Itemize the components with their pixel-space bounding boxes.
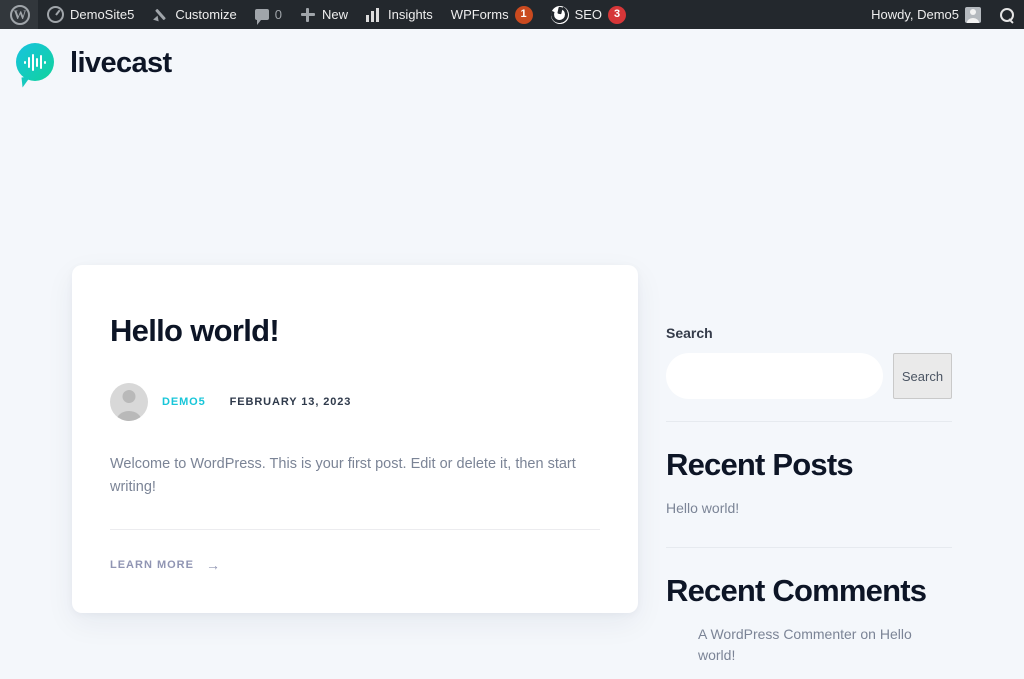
recent-comments-list: A WordPress Commenter on Hello world! — [666, 624, 952, 666]
gauge-icon — [47, 6, 64, 23]
seo-badge: 3 — [608, 5, 627, 24]
admin-bar-wpforms[interactable]: WPForms 1 — [442, 0, 542, 29]
site-name-label: DemoSite5 — [70, 7, 135, 22]
wpforms-label: WPForms — [450, 7, 509, 22]
admin-bar-site-name[interactable]: DemoSite5 — [38, 0, 143, 29]
widget-recent-comments: Recent Comments A WordPress Commenter on… — [666, 573, 952, 679]
wpforms-badge: 1 — [514, 5, 533, 24]
admin-bar-left-group: DemoSite5 Customize 0 New Insights WPFor… — [0, 0, 635, 29]
post-meta: DEMO5 FEBRUARY 13, 2023 — [110, 382, 600, 421]
admin-bar-search[interactable] — [990, 0, 1024, 29]
widget-search: Search Search — [666, 325, 952, 422]
comment-bubble-icon — [254, 9, 269, 25]
avatar — [965, 6, 981, 23]
recent-posts-list: Hello world! — [666, 498, 952, 519]
wp-logo-menu[interactable] — [0, 0, 38, 29]
seo-label: SEO — [574, 7, 603, 22]
comment-author: A WordPress Commenter — [698, 626, 857, 643]
page-layout: Hello world! DEMO5 FEBRUARY 13, 2023 Wel… — [0, 97, 1024, 679]
admin-bar-comments[interactable]: 0 — [246, 0, 291, 29]
search-submit-button[interactable]: Search — [893, 353, 952, 399]
search-input[interactable] — [666, 353, 883, 399]
widget-recent-posts: Recent Posts Hello world! — [666, 447, 952, 549]
admin-bar-new-content[interactable]: New — [291, 0, 357, 29]
customize-label: Customize — [175, 7, 237, 22]
search-widget-title: Search — [666, 325, 713, 341]
main-content: Hello world! DEMO5 FEBRUARY 13, 2023 Wel… — [72, 97, 638, 614]
site-title: livecast — [70, 46, 172, 79]
search-form: Search — [666, 353, 952, 399]
list-item: Hello world! — [666, 498, 952, 519]
pencil-icon — [152, 6, 169, 23]
learn-more-link[interactable]: LEARN MORE → — [110, 558, 221, 572]
admin-bar-insights[interactable]: Insights — [357, 0, 442, 29]
post-title[interactable]: Hello world! — [110, 313, 600, 349]
post-card: Hello world! DEMO5 FEBRUARY 13, 2023 Wel… — [72, 265, 638, 614]
plus-icon — [300, 7, 316, 23]
livecast-waveform-bubble-logo-icon — [16, 43, 56, 83]
new-label: New — [321, 7, 348, 22]
admin-bar-customize[interactable]: Customize — [143, 0, 245, 29]
admin-bar-my-account[interactable]: Howdy, Demo5 — [862, 0, 990, 29]
sidebar: Search Search Recent Posts Hello world! … — [666, 97, 952, 679]
post-date: FEBRUARY 13, 2023 — [229, 395, 352, 408]
search-icon — [999, 7, 1015, 23]
post-excerpt: Welcome to WordPress. This is your first… — [110, 453, 600, 531]
admin-bar-seo[interactable]: SEO 3 — [542, 0, 635, 29]
comments-count: 0 — [274, 7, 282, 22]
admin-bar-right-group: Howdy, Demo5 — [862, 0, 1024, 29]
comment-connector: on — [860, 626, 876, 643]
post-author[interactable]: DEMO5 — [162, 396, 206, 408]
list-item: A WordPress Commenter on Hello world! — [698, 624, 952, 666]
author-avatar — [110, 382, 148, 421]
arrow-right-icon: → — [205, 557, 221, 574]
site-header: livecast — [0, 29, 1024, 97]
recent-comments-title: Recent Comments — [666, 573, 927, 609]
recent-post-link[interactable]: Hello world! — [666, 500, 739, 516]
yoast-seo-icon — [550, 5, 569, 24]
wordpress-logo-icon — [10, 4, 30, 25]
insights-label: Insights — [387, 7, 433, 22]
site-branding-link[interactable]: livecast — [16, 43, 172, 83]
wp-admin-bar: DemoSite5 Customize 0 New Insights WPFor… — [0, 0, 1024, 29]
howdy-label: Howdy, Demo5 — [871, 7, 959, 22]
recent-posts-title: Recent Posts — [666, 447, 854, 482]
bar-chart-icon — [365, 7, 382, 22]
learn-more-label: LEARN MORE — [110, 559, 194, 572]
